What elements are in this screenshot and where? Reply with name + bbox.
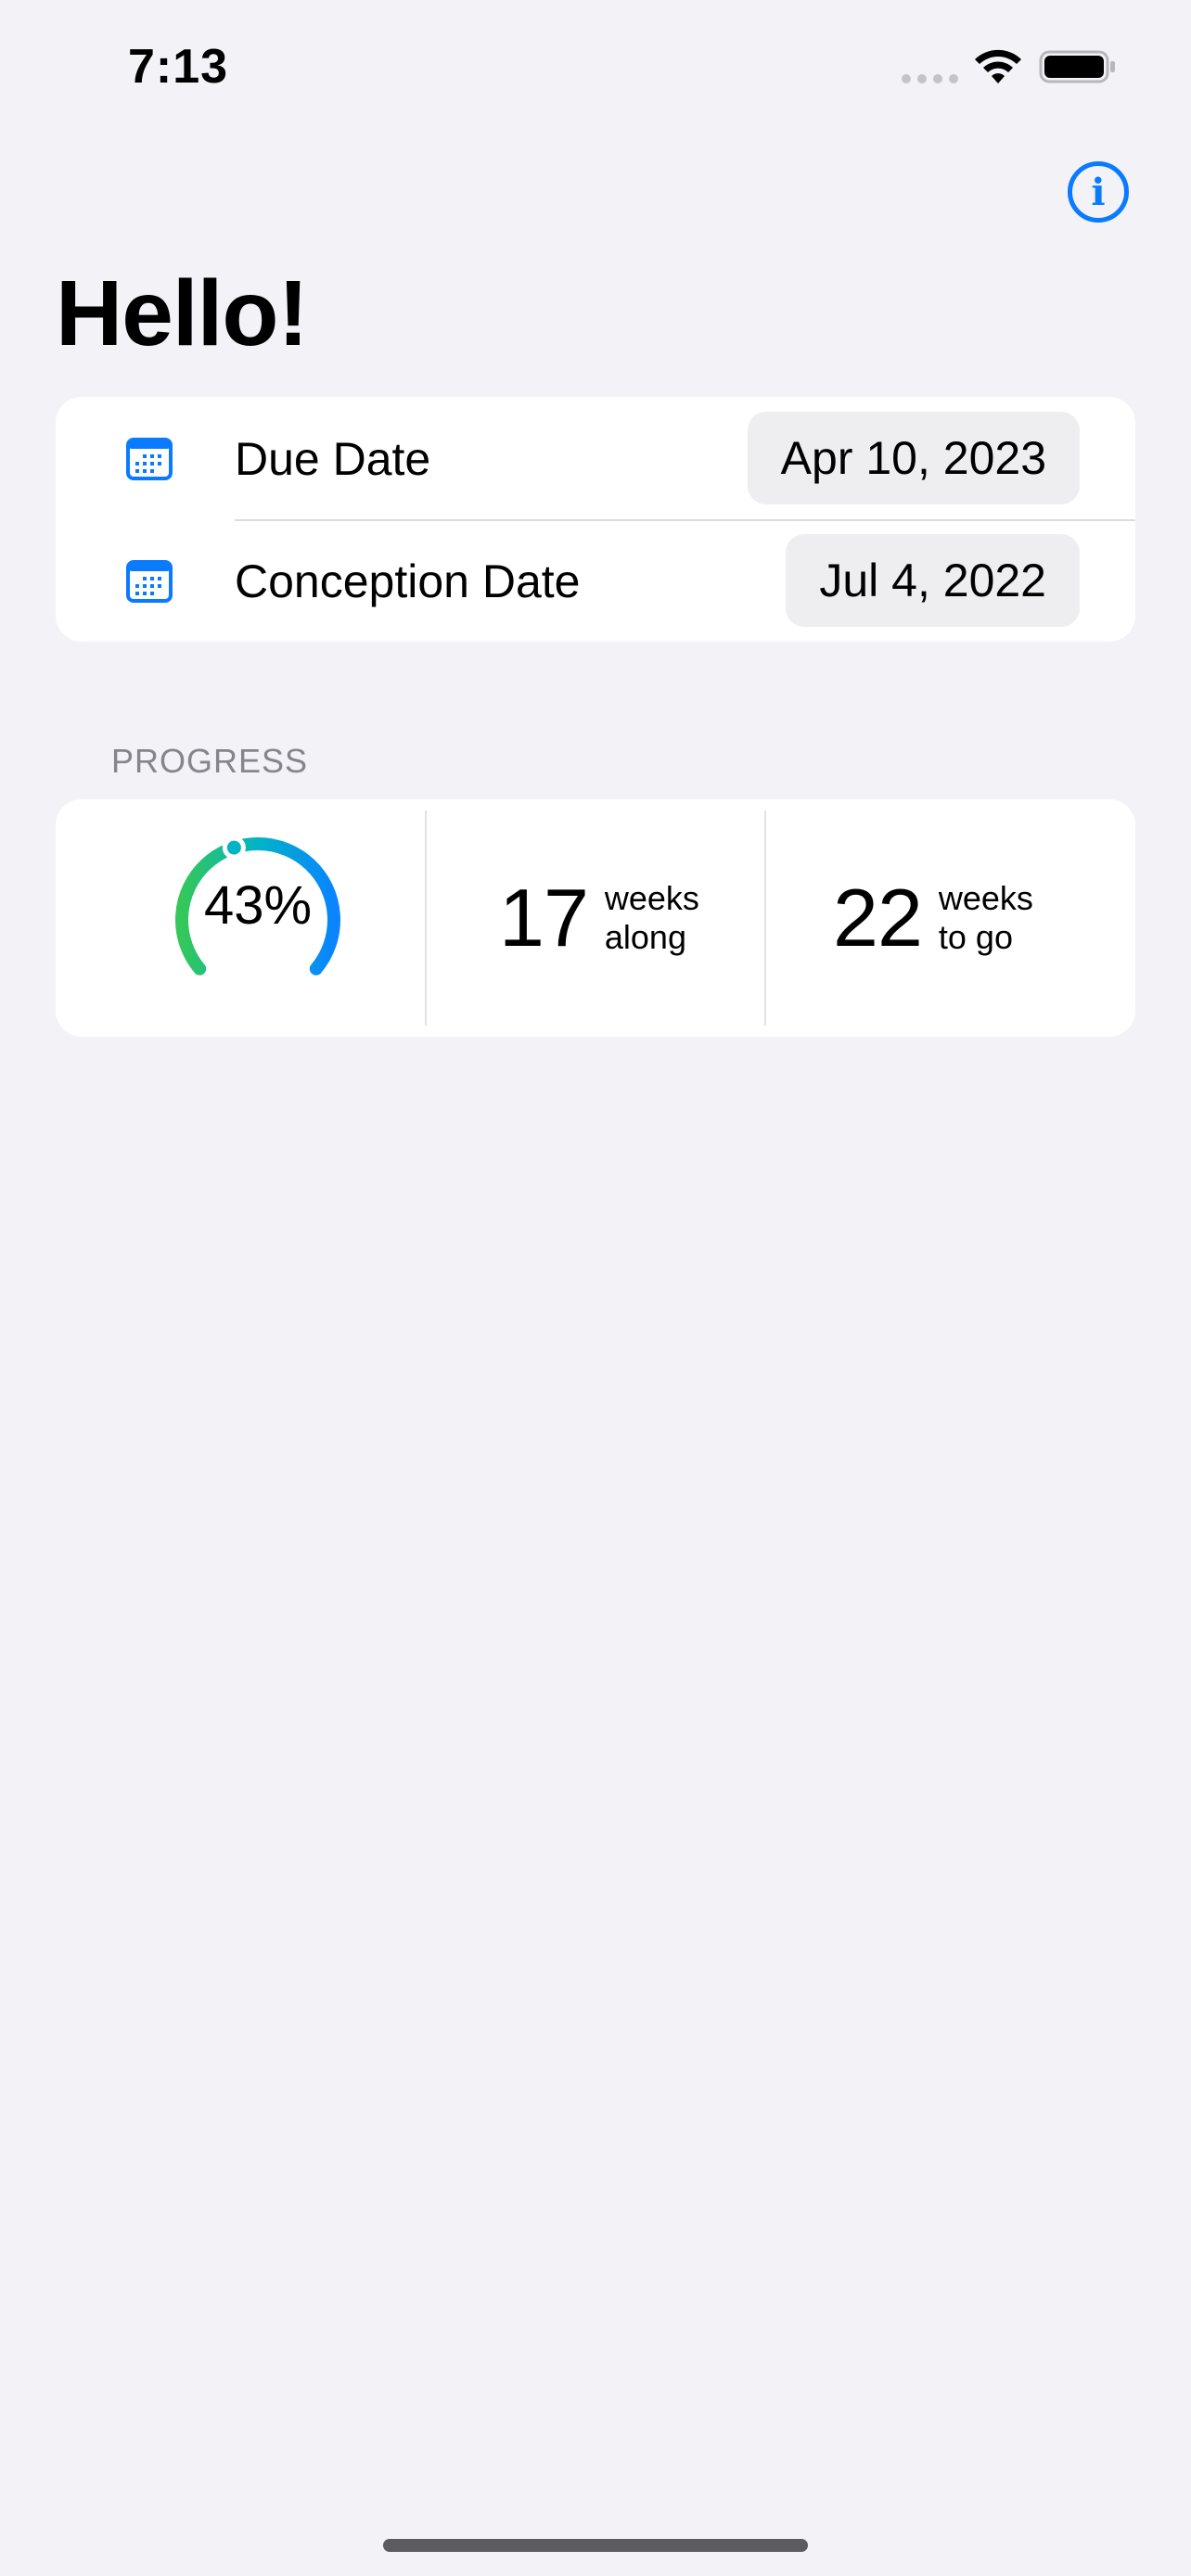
page-title: Hello! <box>56 261 309 365</box>
column-divider <box>764 810 766 1026</box>
conception-date-row: Conception Date Jul 4, 2022 <box>56 519 1135 642</box>
battery-icon <box>1039 50 1115 83</box>
calendar-icon <box>126 438 173 480</box>
weeks-to-go-stat: 22 weeks to go <box>833 799 1033 1037</box>
home-indicator <box>383 2539 808 2552</box>
calendar-icon <box>126 560 173 603</box>
weeks-to-go-unit: weeks to go <box>939 879 1033 957</box>
info-circle-icon: i <box>1091 170 1106 214</box>
weeks-to-go-unit-line1: weeks <box>938 879 1033 917</box>
gauge-progress-marker <box>222 835 246 860</box>
wifi-icon <box>975 49 1021 83</box>
conception-date-label: Conception Date <box>235 555 581 607</box>
weeks-to-go-number: 22 <box>833 872 923 963</box>
progress-section-header: PROGRESS <box>111 742 309 780</box>
info-button[interactable]: i <box>1068 161 1129 223</box>
column-divider <box>425 810 427 1026</box>
due-date-label: Due Date <box>235 433 431 485</box>
weeks-along-unit: weeks along <box>605 879 699 957</box>
due-date-row: Due Date Apr 10, 2023 <box>56 397 1135 519</box>
weeks-along-stat: 17 weeks along <box>499 799 699 1037</box>
cellular-signal-icon <box>902 74 958 83</box>
weeks-along-unit-line1: weeks <box>604 879 699 917</box>
weeks-along-unit-line2: along <box>604 918 686 956</box>
status-bar-time: 7:13 <box>128 40 229 94</box>
dates-card: Due Date Apr 10, 2023 Conception Date Ju… <box>56 397 1135 642</box>
progress-card: 43% 17 weeks along 22 weeks to go <box>56 799 1135 1037</box>
weeks-along-number: 17 <box>499 872 589 963</box>
progress-percent: 43% <box>203 875 313 936</box>
due-date-picker[interactable]: Apr 10, 2023 <box>747 412 1080 504</box>
conception-date-picker[interactable]: Jul 4, 2022 <box>786 534 1080 627</box>
weeks-to-go-unit-line2: to go <box>938 918 1013 956</box>
